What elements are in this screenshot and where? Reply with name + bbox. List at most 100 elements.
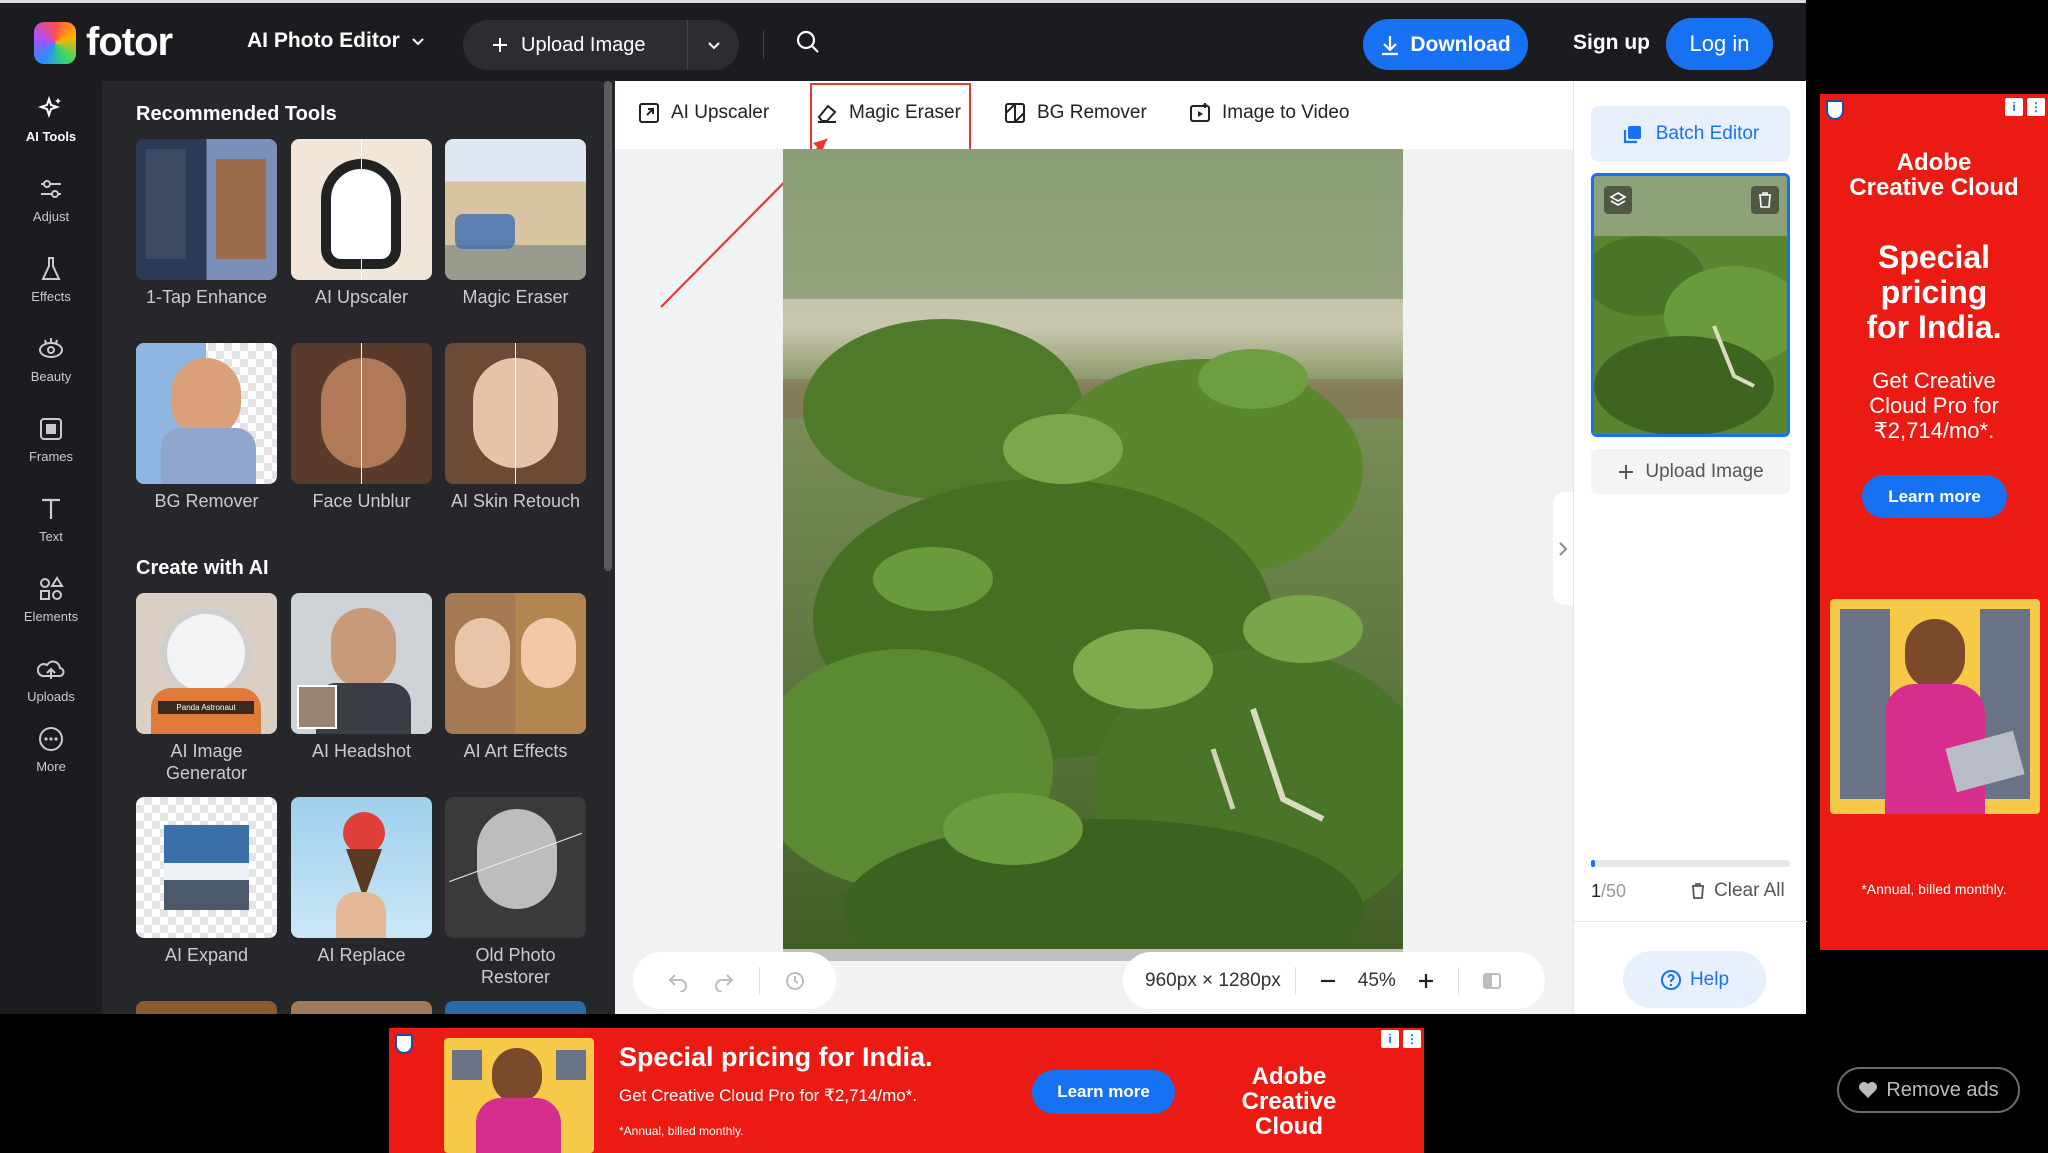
ad-fine-print: *Annual, billed monthly. (619, 1124, 744, 1138)
frame-icon (40, 418, 62, 440)
ad-illustration (444, 1038, 594, 1153)
tool-tile-1-tap-enhance[interactable]: 1-Tap Enhance (136, 139, 277, 308)
download-label: Download (1410, 32, 1511, 56)
ad-fine-print: *Annual, billed monthly. (1861, 881, 2007, 897)
rail-label: Elements (23, 609, 79, 624)
tool-label: Old Photo Restorer (475, 945, 556, 987)
tool-tile-face-unblur[interactable]: Face Unblur (291, 343, 432, 512)
compare-icon[interactable] (1481, 970, 1503, 992)
tool-tile-ai-expand[interactable]: AI Expand (136, 797, 277, 966)
remove-ads-button[interactable]: Remove ads (1837, 1067, 2020, 1113)
panel-upload-button[interactable]: Upload Image (1591, 449, 1790, 494)
ad-learn-more-button[interactable]: Learn more (1862, 475, 2007, 518)
ad-more-icon[interactable]: ⋮ (2027, 98, 2045, 116)
image-count-total: /50 (1601, 881, 1627, 901)
editor-area: AI Upscaler Magic Eraser BG Remover Imag… (615, 81, 1573, 1014)
tool-tile-ai-upscaler[interactable]: AI Upscaler (291, 139, 432, 308)
image-count: 1/50 (1591, 881, 1626, 902)
expand-right-panel-button[interactable] (1553, 492, 1573, 605)
ad-shield-icon (1826, 100, 1844, 120)
help-label: Help (1689, 968, 1730, 990)
login-button[interactable]: Log in (1666, 18, 1773, 70)
sliders-icon (41, 180, 61, 198)
tool-thumbnail (136, 797, 277, 938)
download-button[interactable]: Download (1363, 19, 1528, 70)
rail-item-more[interactable]: More (0, 725, 102, 774)
rail-item-effects[interactable]: Effects (0, 255, 102, 304)
ad-sub-line: Cloud Pro for (1869, 393, 1999, 418)
rail-item-elements[interactable]: Elements (0, 575, 102, 624)
tool-thumbnail (291, 343, 432, 484)
tool-label: AI Art Effects (463, 741, 568, 761)
tool-tile-ai-image-generator[interactable]: Panda Astronaut AI Image Generator (136, 593, 277, 784)
zoom-in-icon[interactable] (1416, 971, 1436, 991)
panel-upload-label: Upload Image (1645, 460, 1764, 482)
logo-mark-icon (34, 21, 76, 64)
undo-icon[interactable] (667, 970, 689, 992)
tools-scrollbar[interactable] (604, 81, 612, 571)
bottom-advertisement[interactable]: i ⋮ Special pricing for India. Get Creat… (389, 1028, 1424, 1153)
side-advertisement[interactable]: i ⋮ Adobe Creative Cloud Special pricing… (1820, 94, 2048, 950)
clear-all-label: Clear All (1714, 880, 1785, 901)
rail-label: AI Tools (25, 129, 77, 144)
help-button[interactable]: Help (1623, 951, 1766, 1008)
quick-tool-ai-upscaler[interactable]: AI Upscaler (637, 101, 769, 125)
tool-tile-ai-skin-retouch[interactable]: AI Skin Retouch (445, 343, 586, 512)
rail-item-adjust[interactable]: Adjust (0, 175, 102, 224)
tool-thumbnail (136, 343, 277, 484)
tool-tile-magic-eraser[interactable]: Magic Eraser (445, 139, 586, 308)
ad-info-icon[interactable]: i (1381, 1030, 1399, 1048)
delete-image-button[interactable] (1751, 186, 1779, 214)
create-with-ai-title: Create with AI (136, 557, 269, 579)
ad-headline-line: Special (1877, 239, 1991, 275)
canvas-info-bar: 960px × 1280px 45% (1123, 952, 1545, 1009)
header-upload-button[interactable]: Upload Image (463, 20, 688, 70)
ad-sub-line: ₹2,714/mo*. (1873, 418, 1995, 443)
tool-tile-old-photo-restorer[interactable]: Old Photo Restorer (445, 797, 586, 988)
history-icon[interactable] (784, 970, 806, 992)
upload-dropdown-button[interactable] (688, 37, 739, 53)
layers-button[interactable] (1604, 186, 1632, 214)
rail-label: Beauty (30, 369, 72, 384)
tool-thumbnail (445, 343, 586, 484)
ad-options[interactable]: i ⋮ (1381, 1030, 1421, 1048)
clear-all-button[interactable]: Clear All (1690, 880, 1785, 902)
rail-label: Text (39, 529, 63, 544)
rail-item-uploads[interactable]: Uploads (0, 655, 102, 704)
rail-item-text[interactable]: Text (0, 495, 102, 544)
ad-learn-more-button[interactable]: Learn more (1032, 1070, 1175, 1114)
ad-brand: Adobe Creative Cloud (1209, 1064, 1369, 1139)
batch-editor-button[interactable]: Batch Editor (1591, 106, 1790, 162)
search-button[interactable] (795, 29, 821, 60)
rail-item-ai-tools[interactable]: AI Tools (0, 95, 102, 144)
ai-photo-editor-menu[interactable]: AI Photo Editor (247, 29, 426, 53)
menu-label: AI Photo Editor (247, 29, 400, 52)
trash-icon (1692, 883, 1704, 899)
tool-tile-ai-art-effects[interactable]: AI Art Effects (445, 593, 586, 762)
rail-item-frames[interactable]: Frames (0, 415, 102, 464)
trash-icon (1759, 192, 1771, 208)
ad-headline: Special pricing for India. (619, 1042, 933, 1072)
ad-headline: Special pricing for India. (1820, 240, 2048, 345)
tool-tile-ai-replace[interactable]: AI Replace (291, 797, 432, 966)
tool-thumbnail (291, 797, 432, 938)
rail-item-beauty[interactable]: Beauty (0, 335, 102, 384)
quick-tool-image-to-video[interactable]: Image to Video (1188, 101, 1349, 125)
quick-tool-bg-remover[interactable]: BG Remover (1003, 101, 1147, 125)
photo-canvas[interactable] (783, 149, 1403, 961)
tool-tile-bg-remover[interactable]: BG Remover (136, 343, 277, 512)
ad-headline-line: pricing (1880, 274, 1988, 310)
recommended-tools-title: Recommended Tools (136, 103, 337, 125)
ad-more-icon[interactable]: ⋮ (1403, 1030, 1421, 1048)
redo-icon[interactable] (713, 970, 735, 992)
signup-link[interactable]: Sign up (1573, 31, 1650, 55)
ad-brand: Adobe Creative Cloud (1820, 150, 2048, 200)
ad-options[interactable]: i ⋮ (2005, 98, 2045, 116)
batch-image-thumbnail[interactable] (1591, 173, 1790, 437)
tool-tile-ai-headshot[interactable]: AI Headshot (291, 593, 432, 762)
fotor-logo[interactable]: fotor (34, 20, 173, 65)
tool-thumbnail (445, 593, 586, 734)
ad-info-icon[interactable]: i (2005, 98, 2023, 116)
bg-remover-icon (1005, 103, 1025, 123)
zoom-out-icon[interactable] (1318, 971, 1338, 991)
